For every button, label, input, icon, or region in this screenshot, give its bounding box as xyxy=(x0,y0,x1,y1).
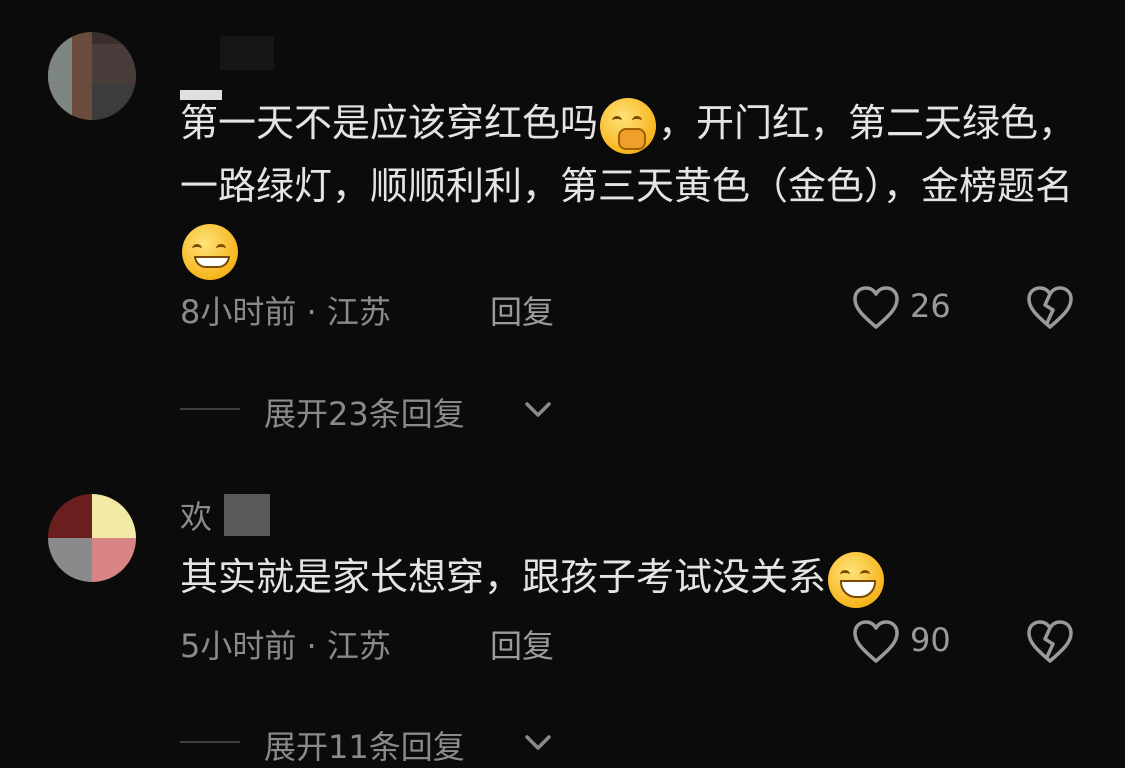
heart-outline-icon[interactable] xyxy=(852,619,900,665)
username-text: 欢 xyxy=(180,498,213,536)
expand-replies-label: 展开11条回复 xyxy=(264,728,465,766)
avatar-mosaic-block xyxy=(92,538,136,582)
expand-replies-label: 展开23条回复 xyxy=(264,395,465,433)
avatar-mosaic-block xyxy=(92,84,136,120)
squint-smirk-emoji xyxy=(182,223,238,280)
comment-text: 第一天不是应该穿红色吗 ，开门红，第二天绿色，一路绿灯，顺顺利利，第三天黄色（金色… xyxy=(180,92,1080,281)
comment-text-part: 第一天不是应该穿红色吗 xyxy=(180,101,599,145)
avatar-mosaic-block xyxy=(92,494,136,538)
avatar[interactable] xyxy=(48,32,136,120)
chevron-down-icon xyxy=(525,735,551,750)
username-censor xyxy=(220,36,274,70)
broken-heart-icon[interactable] xyxy=(1026,619,1074,665)
chevron-down-icon xyxy=(525,402,551,417)
divider-line xyxy=(180,741,240,743)
divider-line xyxy=(180,408,240,410)
comment-text: 其实就是家长想穿，跟孩子考试没关系 xyxy=(180,546,1080,609)
avatar-mosaic-block xyxy=(92,44,136,84)
username-censor xyxy=(224,494,270,536)
time-location: 8小时前 · 江苏 xyxy=(180,293,391,331)
time-location: 5小时前 · 江苏 xyxy=(180,627,391,665)
comment-text-part: 其实就是家长想穿，跟孩子考试没关系 xyxy=(180,555,827,599)
avatar-mosaic-block xyxy=(48,494,92,538)
reply-button[interactable]: 回复 xyxy=(490,287,554,333)
reply-button[interactable]: 回复 xyxy=(490,621,554,667)
username[interactable]: 欢 xyxy=(180,492,270,536)
like-count: 26 xyxy=(910,287,951,325)
grin-emoji xyxy=(828,551,885,608)
cover-mouth-emoji xyxy=(600,97,657,154)
comment-meta: 8小时前 · 江苏 回复 26 xyxy=(180,283,1085,333)
like-count: 90 xyxy=(910,621,951,659)
broken-heart-icon[interactable] xyxy=(1026,285,1074,331)
avatar-mosaic-block xyxy=(48,32,72,120)
avatar-mosaic-block xyxy=(48,538,92,582)
comment-meta: 5小时前 · 江苏 回复 90 xyxy=(180,617,1085,667)
avatar[interactable] xyxy=(48,494,136,582)
heart-outline-icon[interactable] xyxy=(852,285,900,331)
